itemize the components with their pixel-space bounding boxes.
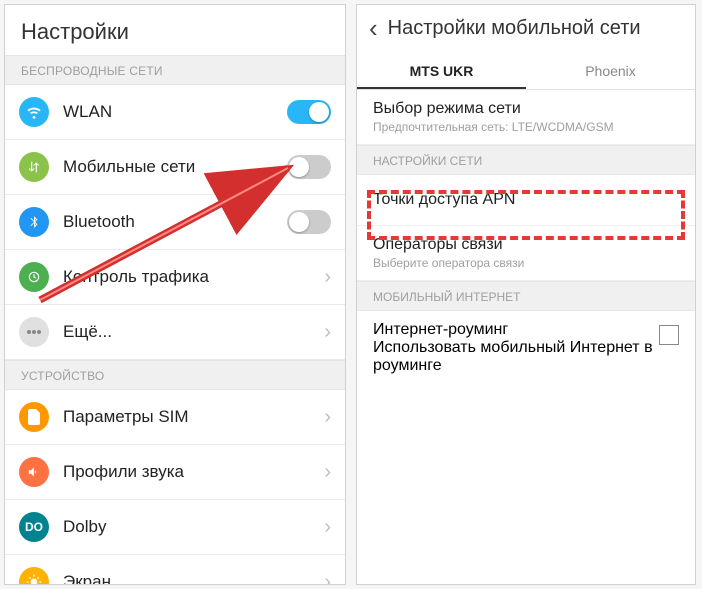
page-title: Настройки	[5, 5, 345, 55]
row-mobile-networks[interactable]: Мобильные сети	[5, 140, 345, 195]
chevron-right-icon: ›	[324, 321, 331, 344]
tab-mts-ukr[interactable]: MTS UKR	[357, 53, 526, 89]
mobile-network-screen: ‹ Настройки мобильной сети MTS UKR Phoen…	[356, 4, 696, 585]
mobile-label: Мобильные сети	[63, 157, 287, 177]
row-dolby[interactable]: DO Dolby ›	[5, 500, 345, 555]
bluetooth-icon	[19, 207, 49, 237]
network-mode-title: Выбор режима сети	[373, 100, 679, 118]
section-mobile-internet: МОБИЛЬНЫЙ ИНТЕРНЕТ	[357, 281, 695, 311]
row-operators[interactable]: Операторы связи Выберите оператора связи	[357, 226, 695, 281]
row-traffic[interactable]: Контроль трафика ›	[5, 250, 345, 305]
row-sim[interactable]: Параметры SIM ›	[5, 390, 345, 445]
chevron-right-icon: ›	[324, 406, 331, 429]
dolby-label: Dolby	[63, 517, 324, 537]
traffic-icon	[19, 262, 49, 292]
row-more[interactable]: Ещё... ›	[5, 305, 345, 360]
section-network-settings: НАСТРОЙКИ СЕТИ	[357, 145, 695, 175]
chevron-right-icon: ›	[324, 266, 331, 289]
tab-phoenix[interactable]: Phoenix	[526, 53, 695, 89]
wlan-toggle[interactable]	[287, 100, 331, 124]
back-button[interactable]: ‹	[369, 15, 378, 41]
sound-label: Профили звука	[63, 462, 324, 482]
settings-screen: Настройки БЕСПРОВОДНЫЕ СЕТИ WLAN Мобильн…	[4, 4, 346, 585]
more-label: Ещё...	[63, 322, 324, 342]
mobile-data-icon	[19, 152, 49, 182]
row-display[interactable]: Экран ›	[5, 555, 345, 585]
bluetooth-toggle[interactable]	[287, 210, 331, 234]
row-wlan[interactable]: WLAN	[5, 85, 345, 140]
row-network-mode[interactable]: Выбор режима сети Предпочтительная сеть:…	[357, 90, 695, 145]
row-bluetooth[interactable]: Bluetooth	[5, 195, 345, 250]
sim-icon	[19, 402, 49, 432]
chevron-right-icon: ›	[324, 571, 331, 586]
chevron-right-icon: ›	[324, 516, 331, 539]
operators-title: Операторы связи	[373, 236, 679, 254]
operators-subtitle: Выберите оператора связи	[373, 256, 679, 270]
chevron-right-icon: ›	[324, 461, 331, 484]
page-title: Настройки мобильной сети	[388, 17, 641, 40]
traffic-label: Контроль трафика	[63, 267, 324, 287]
header: ‹ Настройки мобильной сети	[357, 5, 695, 53]
row-apn[interactable]: Точки доступа APN	[357, 175, 695, 226]
section-wireless: БЕСПРОВОДНЫЕ СЕТИ	[5, 55, 345, 85]
display-label: Экран	[63, 572, 324, 585]
mobile-toggle[interactable]	[287, 155, 331, 179]
roaming-title: Интернет-роуминг	[373, 321, 659, 339]
row-sound[interactable]: Профили звука ›	[5, 445, 345, 500]
wlan-label: WLAN	[63, 102, 287, 122]
sim-label: Параметры SIM	[63, 407, 324, 427]
sim-tabs: MTS UKR Phoenix	[357, 53, 695, 90]
more-icon	[19, 317, 49, 347]
sound-icon	[19, 457, 49, 487]
bluetooth-label: Bluetooth	[63, 212, 287, 232]
section-device: УСТРОЙСТВО	[5, 360, 345, 390]
apn-title: Точки доступа APN	[373, 191, 679, 209]
network-mode-subtitle: Предпочтительная сеть: LTE/WCDMA/GSM	[373, 120, 679, 134]
roaming-checkbox[interactable]	[659, 325, 679, 345]
roaming-subtitle: Использовать мобильный Интернет в роумин…	[373, 339, 659, 375]
dolby-icon: DO	[19, 512, 49, 542]
display-icon	[19, 567, 49, 585]
wifi-icon	[19, 97, 49, 127]
row-roaming[interactable]: Интернет-роуминг Использовать мобильный …	[357, 311, 695, 385]
